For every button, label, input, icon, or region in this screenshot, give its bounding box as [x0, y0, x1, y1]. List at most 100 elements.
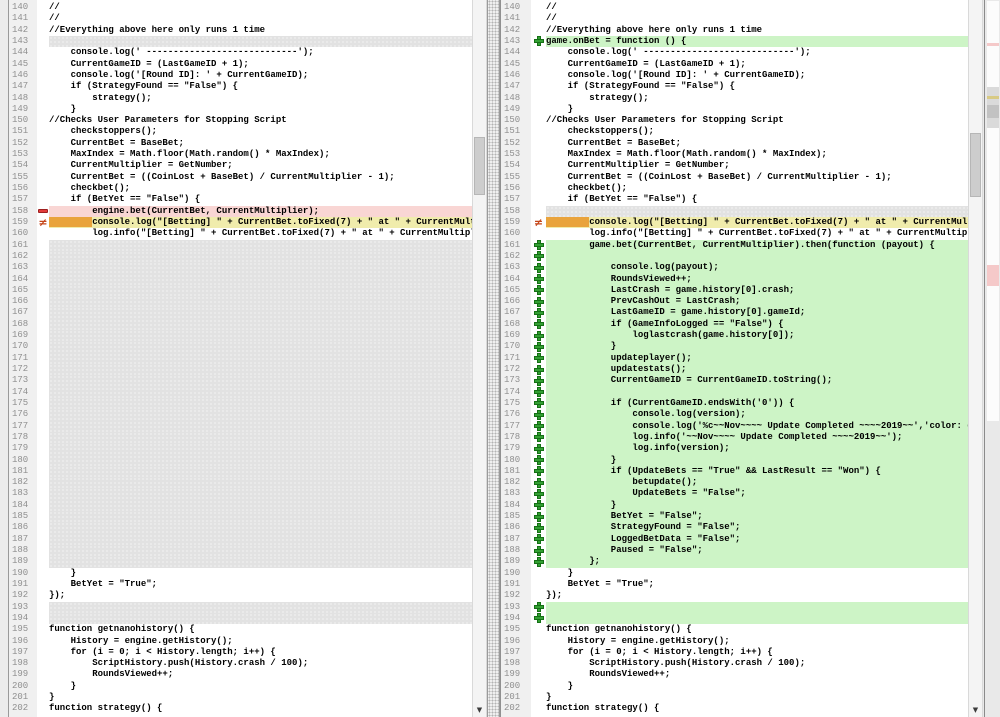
- code-cell[interactable]: console.log(payout);: [546, 262, 968, 273]
- code-cell[interactable]: PrevCashOut = LastCrash;: [546, 296, 968, 307]
- code-cell[interactable]: [49, 262, 472, 273]
- code-cell[interactable]: [49, 364, 472, 375]
- code-cell[interactable]: BetYet = "True";: [546, 579, 968, 590]
- code-cell[interactable]: });: [546, 590, 968, 601]
- code-cell[interactable]: console.log(version);: [546, 409, 968, 420]
- code-cell[interactable]: console.log(' --------------------------…: [546, 47, 968, 58]
- code-cell[interactable]: strategy();: [49, 93, 472, 104]
- code-cell[interactable]: //Everything above here only runs 1 time: [49, 25, 472, 36]
- code-cell[interactable]: MaxIndex = Math.floor(Math.random() * Ma…: [546, 149, 968, 160]
- code-cell[interactable]: });: [49, 590, 472, 601]
- code-cell[interactable]: log.info("[Betting] " + CurrentBet.toFix…: [49, 228, 472, 239]
- code-cell[interactable]: CurrentGameID = (LastGameID + 1);: [49, 59, 472, 70]
- code-cell[interactable]: engine.bet(CurrentBet, CurrentMultiplier…: [49, 206, 472, 217]
- code-cell[interactable]: [546, 387, 968, 398]
- code-cell[interactable]: loglastcrash(game.history[0]);: [546, 330, 968, 341]
- code-cell[interactable]: }: [546, 341, 968, 352]
- code-cell[interactable]: ScriptHistory.push(History.crash / 100);: [546, 658, 968, 669]
- code-cell[interactable]: updateplayer();: [546, 353, 968, 364]
- code-cell[interactable]: function strategy() {: [546, 703, 968, 714]
- code-cell[interactable]: [49, 455, 472, 466]
- code-cell[interactable]: [49, 432, 472, 443]
- code-cell[interactable]: [49, 545, 472, 556]
- code-cell[interactable]: RoundsViewed++;: [546, 274, 968, 285]
- code-cell[interactable]: UpdateBets = "False";: [546, 488, 968, 499]
- code-cell[interactable]: function strategy() {: [49, 703, 472, 714]
- code-cell[interactable]: //Checks User Parameters for Stopping Sc…: [49, 115, 472, 126]
- code-cell[interactable]: }: [49, 104, 472, 115]
- code-cell[interactable]: if (UpdateBets == "True" && LastResult =…: [546, 466, 968, 477]
- code-cell[interactable]: [546, 602, 968, 613]
- code-cell[interactable]: CurrentGameID = (LastGameID + 1);: [546, 59, 968, 70]
- overview-document-strip[interactable]: [987, 1, 999, 421]
- code-cell[interactable]: History = engine.getHistory();: [546, 636, 968, 647]
- code-cell[interactable]: log.info(version);: [546, 443, 968, 454]
- code-cell[interactable]: [49, 341, 472, 352]
- code-cell[interactable]: [49, 296, 472, 307]
- code-cell[interactable]: [49, 353, 472, 364]
- code-cell[interactable]: checkbet();: [49, 183, 472, 194]
- code-cell[interactable]: LoggedBetData = "False";: [546, 534, 968, 545]
- code-cell[interactable]: if (StrategyFound == "False") {: [546, 81, 968, 92]
- code-cell[interactable]: //Everything above here only runs 1 time: [546, 25, 968, 36]
- code-cell[interactable]: if (GameInfoLogged == "False") {: [546, 319, 968, 330]
- code-cell[interactable]: }: [49, 692, 472, 703]
- code-cell[interactable]: [49, 500, 472, 511]
- code-cell[interactable]: CurrentMultiplier = GetNumber;: [546, 160, 968, 171]
- code-cell[interactable]: checkstoppers();: [49, 126, 472, 137]
- code-cell[interactable]: [546, 613, 968, 624]
- code-cell[interactable]: [49, 240, 472, 251]
- code-cell[interactable]: if (CurrentGameID.endsWith('0')) {: [546, 398, 968, 409]
- code-cell[interactable]: CurrentMultiplier = GetNumber;: [49, 160, 472, 171]
- code-cell[interactable]: function getnanohistory() {: [546, 624, 968, 635]
- code-cell[interactable]: RoundsViewed++;: [546, 669, 968, 680]
- code-cell[interactable]: CurrentBet = ((CoinLost + BaseBet) / Cur…: [49, 172, 472, 183]
- code-cell[interactable]: //: [49, 13, 472, 24]
- code-cell[interactable]: //: [546, 2, 968, 13]
- code-cell[interactable]: if (StrategyFound == "False") {: [49, 81, 472, 92]
- code-cell[interactable]: console.log(' --------------------------…: [49, 47, 472, 58]
- code-cell[interactable]: log.info("[Betting] " + CurrentBet.toFix…: [546, 228, 968, 239]
- code-cell[interactable]: History = engine.getHistory();: [49, 636, 472, 647]
- code-cell[interactable]: [49, 477, 472, 488]
- code-cell[interactable]: [49, 36, 472, 47]
- code-cell[interactable]: for (i = 0; i < History.length; i++) {: [546, 647, 968, 658]
- code-cell[interactable]: CurrentBet = ((CoinLost + BaseBet) / Cur…: [546, 172, 968, 183]
- code-cell[interactable]: [49, 534, 472, 545]
- code-cell[interactable]: ScriptHistory.push(History.crash / 100);: [49, 658, 472, 669]
- code-cell[interactable]: [49, 375, 472, 386]
- code-cell[interactable]: [49, 522, 472, 533]
- code-cell[interactable]: strategy();: [546, 93, 968, 104]
- scroll-down-arrow-icon[interactable]: ▼: [473, 704, 486, 716]
- code-cell[interactable]: console.log('[Round ID]: ' + CurrentGame…: [546, 70, 968, 81]
- code-cell[interactable]: [49, 330, 472, 341]
- code-cell[interactable]: betupdate();: [546, 477, 968, 488]
- code-cell[interactable]: StrategyFound = "False";: [546, 522, 968, 533]
- code-cell[interactable]: if (BetYet == "False") {: [49, 194, 472, 205]
- code-cell[interactable]: }: [49, 568, 472, 579]
- code-cell[interactable]: console.log("[Betting] " + CurrentBet.to…: [546, 217, 968, 228]
- code-cell[interactable]: [49, 409, 472, 420]
- pane-splitter-strip[interactable]: [487, 0, 500, 717]
- code-cell[interactable]: checkstoppers();: [546, 126, 968, 137]
- scroll-down-arrow-icon[interactable]: ▼: [969, 704, 982, 716]
- code-cell[interactable]: };: [546, 556, 968, 567]
- code-cell[interactable]: Paused = "False";: [546, 545, 968, 556]
- code-cell[interactable]: [49, 556, 472, 567]
- code-cell[interactable]: //: [546, 13, 968, 24]
- code-cell[interactable]: //Checks User Parameters for Stopping Sc…: [546, 115, 968, 126]
- code-cell[interactable]: LastGameID = game.history[0].gameId;: [546, 307, 968, 318]
- code-cell[interactable]: console.log("[Betting] " + CurrentBet.to…: [49, 217, 472, 228]
- left-scrollbar-thumb[interactable]: [474, 137, 485, 195]
- code-cell[interactable]: LastCrash = game.history[0].crash;: [546, 285, 968, 296]
- code-cell[interactable]: //: [49, 2, 472, 13]
- code-cell[interactable]: [49, 274, 472, 285]
- code-cell[interactable]: CurrentBet = BaseBet;: [49, 138, 472, 149]
- code-cell[interactable]: [49, 466, 472, 477]
- code-cell[interactable]: }: [546, 455, 968, 466]
- code-cell[interactable]: if (BetYet == "False") {: [546, 194, 968, 205]
- code-cell[interactable]: game.onBet = function () {: [546, 36, 968, 47]
- code-cell[interactable]: [49, 319, 472, 330]
- code-cell[interactable]: console.log('[Round ID]: ' + CurrentGame…: [49, 70, 472, 81]
- code-cell[interactable]: [49, 387, 472, 398]
